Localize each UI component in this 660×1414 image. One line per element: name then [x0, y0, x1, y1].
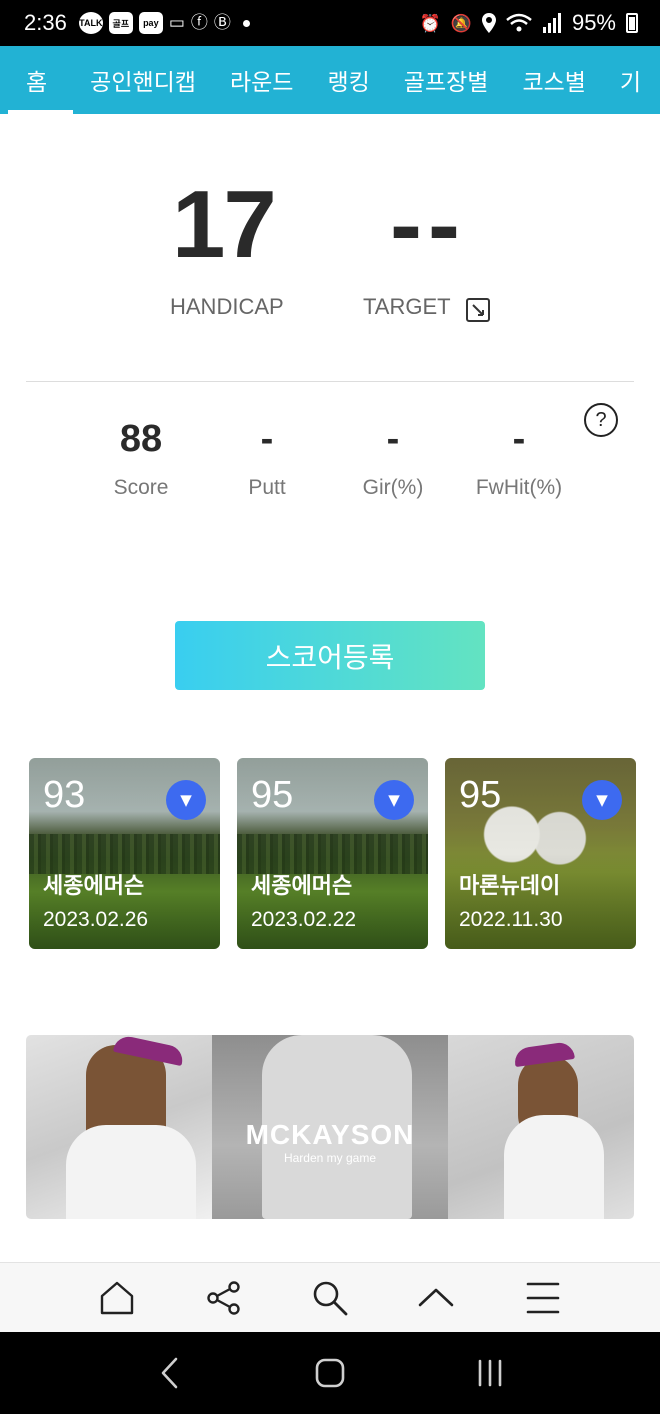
share-icon	[206, 1280, 240, 1315]
recent-rounds: 93 ▼ 세종에머슨 2023.02.26 95 ▼ 세종에머슨 2023.02…	[29, 758, 636, 949]
tab-official-handicap[interactable]: 공인핸디캡	[73, 46, 213, 114]
stat-label: Score	[113, 476, 169, 499]
stat-label: FwHit(%)	[475, 476, 563, 499]
stat-score: 88 Score	[78, 418, 204, 500]
stat-value: -	[512, 418, 526, 460]
help-icon[interactable]: ?	[584, 403, 618, 437]
round-course: 세종에머슨	[43, 874, 145, 899]
app-icon: 골프	[108, 12, 133, 34]
back-button[interactable]	[140, 1343, 200, 1403]
banner-photo-left	[26, 1035, 212, 1219]
stat-value: 88	[119, 418, 163, 460]
round-card[interactable]: 95 ▼ 세종에머슨 2023.02.22	[237, 758, 428, 949]
alarm-icon: ⏰	[419, 13, 441, 33]
kakaotalk-icon: TALK	[78, 12, 103, 34]
recent-apps-button[interactable]	[460, 1343, 520, 1403]
tab-more[interactable]: 기	[603, 46, 658, 114]
register-score-button[interactable]: 스코어등록	[175, 621, 485, 690]
round-card[interactable]: 95 ▼ 마론뉴데이 2022.11.30	[445, 758, 636, 949]
more-notifications-dot	[242, 19, 250, 27]
notification-icons: TALK 골프 pay ▭ ⓕ Ⓑ	[78, 12, 250, 34]
chevron-down-icon[interactable]: ▼	[374, 780, 414, 820]
tab-home[interactable]: 홈	[0, 46, 74, 114]
browser-toolbar	[0, 1262, 660, 1332]
battery-percent: 95%	[571, 10, 616, 35]
stats-row: 88 Score - Putt - Gir(%) - FwHit(%)	[78, 418, 583, 500]
b-icon: Ⓑ	[213, 12, 231, 33]
handicap-label: HANDICAP	[170, 294, 284, 319]
round-score: 93	[43, 774, 86, 816]
stat-fwhit: - FwHit(%)	[456, 418, 582, 500]
location-icon	[481, 13, 496, 33]
search-button[interactable]	[304, 1272, 356, 1324]
tab-rounds[interactable]: 라운드	[213, 46, 310, 114]
scroll-top-button[interactable]	[410, 1272, 462, 1324]
system-icons: ⏰ 🔕 95%	[420, 10, 638, 36]
wifi-icon	[506, 13, 532, 32]
chevron-down-icon[interactable]: ▼	[582, 780, 622, 820]
round-date: 2023.02.26	[43, 908, 149, 931]
tab-by-golf-course[interactable]: 골프장별	[387, 46, 506, 114]
stat-value: -	[260, 418, 274, 460]
round-score: 95	[251, 774, 294, 816]
divider	[26, 381, 634, 382]
search-icon	[313, 1281, 348, 1315]
pay-icon: pay	[138, 12, 163, 34]
back-icon	[161, 1357, 178, 1389]
banner-tagline: Harden my game	[283, 1151, 377, 1165]
target-value: --	[390, 171, 466, 278]
stat-putt: - Putt	[204, 418, 330, 500]
chevron-up-icon	[419, 1288, 454, 1306]
battery-icon	[626, 13, 638, 33]
edit-target-icon[interactable]	[465, 297, 491, 323]
handicap-value: 17	[172, 171, 277, 278]
round-score: 95	[459, 774, 502, 816]
banner-photo-right	[448, 1035, 634, 1219]
stat-gir: - Gir(%)	[330, 418, 456, 500]
home-icon	[100, 1281, 134, 1314]
target-label: TARGET	[363, 294, 451, 319]
system-home-button[interactable]	[300, 1343, 360, 1403]
status-bar: 2:36 TALK 골프 pay ▭ ⓕ Ⓑ ⏰ 🔕 95%	[0, 0, 660, 46]
tab-ranking[interactable]: 랭킹	[310, 46, 386, 114]
mute-icon: 🔕	[450, 13, 472, 33]
banner-photo-center: MCKAYSON Harden my game	[212, 1035, 448, 1219]
stat-label: Putt	[248, 476, 286, 499]
system-home-icon	[315, 1358, 345, 1388]
round-course: 마론뉴데이	[459, 874, 561, 899]
hamburger-menu-icon	[526, 1282, 560, 1313]
round-card[interactable]: 93 ▼ 세종에머슨 2023.02.26	[29, 758, 220, 949]
chevron-down-icon[interactable]: ▼	[166, 780, 206, 820]
facebook-icon: ⓕ	[190, 12, 208, 33]
menu-button[interactable]	[517, 1272, 569, 1324]
tab-by-course[interactable]: 코스별	[505, 46, 602, 114]
handicap-summary: 17 -- HANDICAP TARGET	[0, 160, 660, 340]
tab-bar: 홈 공인핸디캡 라운드 랭킹 골프장별 코스별 기	[0, 46, 660, 114]
signal-icon	[542, 13, 561, 33]
share-button[interactable]	[198, 1272, 250, 1324]
recent-apps-icon	[478, 1359, 502, 1387]
stat-value: -	[386, 418, 400, 460]
stat-label: Gir(%)	[362, 476, 424, 499]
card-icon: ▭	[168, 12, 185, 33]
round-course: 세종에머슨	[251, 874, 353, 899]
round-date: 2023.02.22	[251, 908, 357, 931]
status-time: 2:36	[24, 10, 67, 35]
home-button[interactable]	[91, 1272, 143, 1324]
round-date: 2022.11.30	[459, 908, 563, 931]
system-navigation-bar	[0, 1332, 660, 1414]
banner-brand: MCKAYSON	[245, 1119, 415, 1150]
ad-banner[interactable]: MCKAYSON Harden my game	[26, 1035, 634, 1219]
